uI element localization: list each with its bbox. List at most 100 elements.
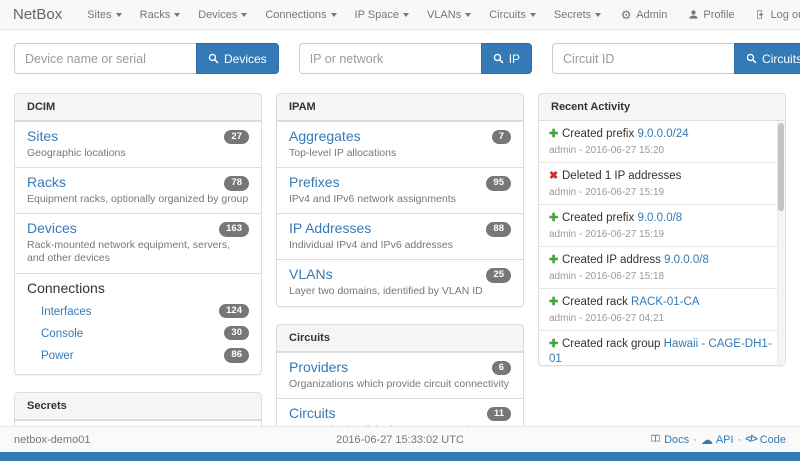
power-link[interactable]: Power	[41, 350, 74, 362]
chevron-down-icon	[116, 13, 122, 17]
aggregates-description: Top-level IP allocations	[289, 147, 511, 160]
panel-title: Circuits	[277, 325, 523, 352]
activity-meta: admin - 2016-06-27 15:19	[549, 229, 773, 240]
search-icon	[208, 53, 219, 64]
activity-scrollbar-thumb[interactable]	[778, 123, 784, 211]
user-icon	[687, 9, 699, 21]
page-footer: netbox-demo01 2016-06-27 15:33:02 UTC Do…	[0, 426, 800, 452]
activity-object-link[interactable]: 9.0.0.0/8	[637, 212, 682, 224]
quick-search-row: Devices IP Circuits	[0, 30, 800, 85]
racks-link[interactable]: Racks	[27, 174, 66, 190]
providers-link[interactable]: Providers	[289, 359, 348, 375]
activity-row: ✚Created rack group Hawaii - CAGE-DH1-01…	[539, 331, 777, 365]
sites-link[interactable]: Sites	[27, 128, 58, 144]
device-search-button[interactable]: Devices	[196, 43, 279, 74]
admin-link[interactable]: ⚙Admin	[610, 9, 677, 21]
created-plus-icon: ✚	[549, 127, 562, 141]
circuits-count-badge: 11	[487, 407, 511, 421]
column-ipam: IPAM 7 Aggregates Top-level IP allocatio…	[276, 93, 524, 461]
nav-secrets[interactable]: Secrets	[545, 9, 610, 21]
console-link[interactable]: Console	[41, 328, 83, 340]
list-item-racks: 78 Racks Equipment racks, optionally org…	[15, 167, 261, 213]
ip-search-input[interactable]	[299, 43, 481, 74]
racks-count-badge: 78	[224, 176, 249, 190]
activity-scrollbar[interactable]	[777, 121, 785, 365]
list-item-ip-addresses: 88 IP Addresses Individual IPv4 and IPv6…	[277, 213, 523, 259]
netbox-dashboard: NetBox Sites Racks Devices Connections I…	[0, 0, 800, 461]
activity-row: ✚Created IP address 9.0.0.0/8 admin - 20…	[539, 247, 777, 289]
api-link[interactable]: ☁API	[701, 434, 734, 446]
netbox-brand[interactable]: NetBox	[13, 6, 62, 23]
connections-interfaces-row: 124 Interfaces	[27, 300, 249, 322]
navbar-right: ⚙Admin Profile Log out	[610, 9, 800, 21]
connections-heading: Connections	[27, 280, 249, 296]
device-search-input[interactable]	[14, 43, 196, 74]
activity-row: ✚Created prefix 9.0.0.0/8 admin - 2016-0…	[539, 205, 777, 247]
activity-object-link[interactable]: 9.0.0.0/24	[637, 128, 688, 140]
circuit-search-button[interactable]: Circuits	[734, 43, 800, 74]
sites-count-badge: 27	[224, 130, 249, 144]
activity-object-link[interactable]: RACK-01-CA	[631, 296, 699, 308]
bottom-blue-bar	[0, 452, 800, 461]
book-icon	[650, 433, 661, 447]
nav-ip-space[interactable]: IP Space	[346, 9, 418, 21]
ip-search-button[interactable]: IP	[481, 43, 532, 74]
nav-racks[interactable]: Racks	[131, 9, 190, 21]
list-item-aggregates: 7 Aggregates Top-level IP allocations	[277, 121, 523, 167]
nav-connections[interactable]: Connections	[256, 9, 345, 21]
docs-link[interactable]: Docs	[650, 433, 689, 447]
logout-link[interactable]: Log out	[745, 9, 800, 21]
vlans-link[interactable]: VLANs	[289, 266, 333, 282]
deleted-x-icon: ✖	[549, 169, 562, 183]
dcim-panel: DCIM 27 Sites Geographic locations 78 Ra…	[14, 93, 262, 375]
profile-link[interactable]: Profile	[677, 9, 744, 21]
nav-vlans[interactable]: VLANs	[418, 9, 480, 21]
chevron-down-icon	[465, 13, 471, 17]
chevron-down-icon	[331, 13, 337, 17]
recent-activity-list: ✚Created prefix 9.0.0.0/24 admin - 2016-…	[539, 121, 785, 365]
nav-devices[interactable]: Devices	[189, 9, 256, 21]
circuit-search-input[interactable]	[552, 43, 734, 74]
list-item-vlans: 25 VLANs Layer two domains, identified b…	[277, 259, 523, 305]
list-item-sites: 27 Sites Geographic locations	[15, 121, 261, 167]
list-item-prefixes: 95 Prefixes IPv4 and IPv6 network assign…	[277, 167, 523, 213]
activity-meta: admin - 2016-06-27 15:19	[549, 187, 773, 198]
created-plus-icon: ✚	[549, 211, 562, 225]
chevron-down-icon	[595, 13, 601, 17]
panel-title: DCIM	[15, 94, 261, 121]
devices-link[interactable]: Devices	[27, 220, 77, 236]
prefixes-link[interactable]: Prefixes	[289, 174, 340, 190]
interfaces-link[interactable]: Interfaces	[41, 306, 92, 318]
footer-links: Docs · ☁API · </>Code	[554, 433, 786, 447]
activity-meta: admin - 2016-06-27 04:21	[549, 313, 773, 324]
ip-addresses-link[interactable]: IP Addresses	[289, 220, 371, 236]
code-link[interactable]: </>Code	[745, 434, 786, 446]
created-plus-icon: ✚	[549, 337, 562, 351]
providers-description: Organizations which provide circuit conn…	[289, 378, 511, 391]
list-item-devices: 163 Devices Rack-mounted network equipme…	[15, 213, 261, 272]
chevron-down-icon	[530, 13, 536, 17]
activity-row: ✖Deleted 1 IP addresses admin - 2016-06-…	[539, 163, 777, 205]
aggregates-count-badge: 7	[492, 130, 511, 144]
list-item-providers: 6 Providers Organizations which provide …	[277, 352, 523, 398]
logout-icon	[755, 9, 767, 21]
nav-circuits[interactable]: Circuits	[480, 9, 545, 21]
chevron-down-icon	[174, 13, 180, 17]
providers-count-badge: 6	[492, 361, 511, 375]
gear-icon: ⚙	[620, 9, 632, 21]
activity-object-link[interactable]: 9.0.0.0/8	[664, 254, 709, 266]
footer-timestamp: 2016-06-27 15:33:02 UTC	[246, 434, 555, 446]
racks-description: Equipment racks, optionally organized by…	[27, 193, 249, 206]
top-navbar: NetBox Sites Racks Devices Connections I…	[0, 0, 800, 30]
recent-activity-panel: Recent Activity ✚Created prefix 9.0.0.0/…	[538, 93, 786, 366]
aggregates-link[interactable]: Aggregates	[289, 128, 361, 144]
nav-sites[interactable]: Sites	[78, 9, 130, 21]
devices-description: Rack-mounted network equipment, servers,…	[27, 239, 249, 265]
sites-description: Geographic locations	[27, 147, 249, 160]
prefixes-description: IPv4 and IPv6 network assignments	[289, 193, 511, 206]
cloud-icon: ☁	[701, 434, 713, 446]
circuits-link[interactable]: Circuits	[289, 405, 336, 421]
created-plus-icon: ✚	[549, 295, 562, 309]
circuit-search-group: Circuits	[552, 43, 800, 74]
device-search-group: Devices	[14, 43, 279, 74]
